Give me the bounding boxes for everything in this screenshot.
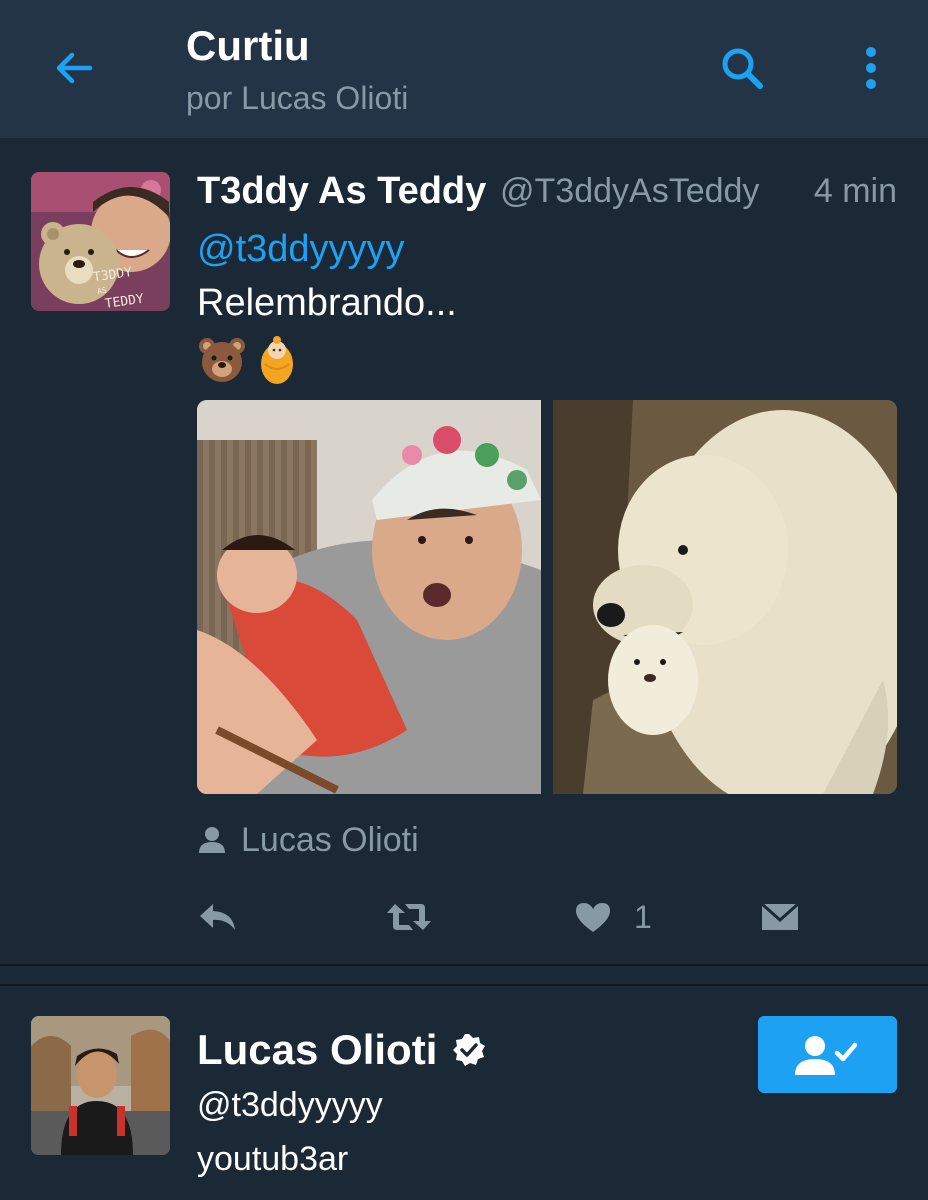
person-icon — [199, 827, 225, 853]
photo-man-with-baby — [197, 400, 541, 794]
tweet-actions: 1 — [197, 894, 817, 940]
user-avatar-image — [31, 1016, 170, 1155]
tweet-mention-link[interactable]: @t3ddyyyyy — [197, 228, 405, 271]
retweet-button[interactable] — [385, 894, 433, 940]
top-bar: Curtiu por Lucas Olioti — [0, 0, 928, 138]
liked-by-context[interactable]: Lucas Olioti — [197, 820, 419, 860]
author-avatar[interactable]: T3DDY AS TEDDY — [31, 172, 170, 311]
photo-polar-bear-with-cub — [553, 400, 897, 794]
user-following-icon — [794, 1035, 857, 1075]
tweet-header: T3ddy As Teddy @T3ddyAsTeddy 4 min — [197, 170, 897, 220]
user-name-row: Lucas Olioti — [197, 1026, 487, 1074]
user-card[interactable]: Lucas Olioti @t3ddyyyyy youtub3ar — [0, 986, 928, 1200]
author-handle[interactable]: @T3ddyAsTeddy — [500, 172, 759, 211]
following-button[interactable] — [758, 1016, 897, 1093]
page-title: Curtiu — [186, 22, 310, 69]
user-avatar[interactable] — [31, 1016, 170, 1155]
tweet[interactable]: T3DDY AS TEDDY T3ddy As Teddy @T3ddyAsTe… — [0, 138, 928, 964]
page-subtitle: por Lucas Olioti — [186, 80, 409, 116]
envelope-icon — [761, 902, 799, 930]
tweet-emojis — [197, 334, 297, 384]
liked-by-label: Lucas Olioti — [241, 820, 419, 859]
app-screen: Curtiu por Lucas Olioti T3DDY AS TEDDY T… — [0, 0, 928, 1200]
baby-icon — [261, 336, 293, 384]
search-icon — [722, 48, 763, 89]
user-name[interactable]: Lucas Olioti — [197, 1026, 437, 1074]
tweet-text: Relembrando... — [197, 282, 457, 324]
avatar-overlay-text: T3DDY AS TEDDY — [92, 265, 145, 311]
back-button[interactable] — [44, 38, 104, 98]
tweet-photo-2[interactable] — [553, 400, 897, 794]
search-button[interactable] — [712, 38, 772, 98]
retweet-icon — [387, 904, 431, 930]
more-vertical-icon — [866, 47, 876, 89]
more-options-button[interactable] — [846, 38, 896, 98]
like-button[interactable]: 1 — [574, 894, 652, 940]
reply-button[interactable] — [197, 894, 237, 940]
verified-badge-icon — [453, 1034, 486, 1066]
direct-message-button[interactable] — [760, 894, 800, 940]
heart-icon — [576, 903, 610, 932]
user-handle: @t3ddyyyyy — [197, 1086, 383, 1124]
author-name[interactable]: T3ddy As Teddy — [197, 170, 486, 213]
arrow-left-icon — [56, 52, 93, 84]
user-bio: youtub3ar — [197, 1140, 349, 1178]
tweet-photo-1[interactable] — [197, 400, 541, 794]
tweet-timestamp: 4 min — [813, 172, 897, 210]
section-divider — [0, 964, 928, 986]
like-count: 1 — [634, 898, 652, 935]
reply-icon — [200, 904, 235, 930]
tweet-media[interactable] — [197, 400, 897, 794]
bear-face-icon — [199, 338, 245, 382]
